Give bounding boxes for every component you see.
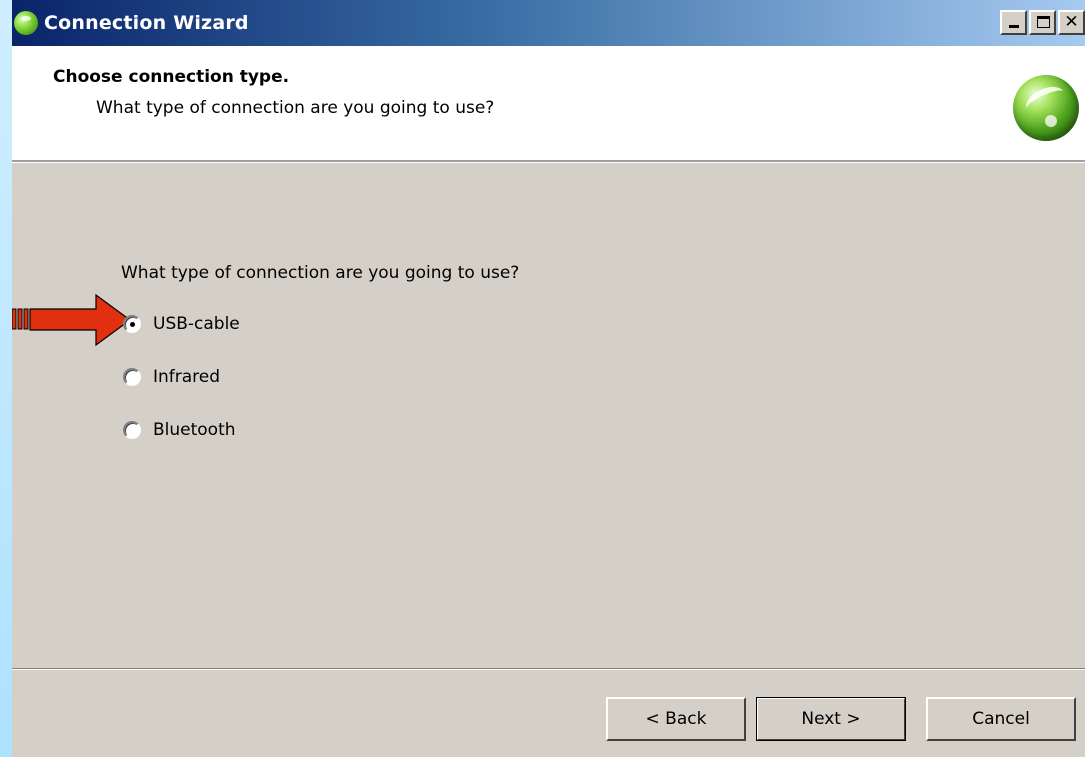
window-controls: ✕ [1000, 10, 1085, 35]
maximize-button[interactable] [1029, 10, 1056, 35]
page-subtitle: What type of connection are you going to… [96, 98, 495, 118]
maximize-icon [1037, 16, 1050, 28]
minimize-button[interactable] [1000, 10, 1027, 35]
radio-label-infrared: Infrared [153, 367, 221, 387]
wizard-body: What type of connection are you going to… [12, 163, 1085, 668]
app-icon [14, 11, 38, 35]
radio-option-bluetooth[interactable]: Bluetooth [123, 420, 236, 440]
radio-label-bluetooth: Bluetooth [153, 420, 236, 440]
close-icon: ✕ [1064, 12, 1079, 32]
cancel-button[interactable]: Cancel [926, 697, 1076, 741]
window-title: Connection Wizard [44, 12, 249, 34]
radio-option-usb-cable[interactable]: USB-cable [123, 314, 240, 334]
page-title: Choose connection type. [53, 67, 290, 87]
red-arrow-icon [12, 294, 132, 346]
radio-button-bluetooth[interactable] [123, 421, 141, 439]
title-bar[interactable]: Connection Wizard ✕ [12, 0, 1085, 46]
next-button[interactable]: Next > [756, 697, 906, 741]
brand-logo-icon [1013, 75, 1079, 141]
radio-button-infrared[interactable] [123, 368, 141, 386]
connection-wizard-window: Connection Wizard ✕ Choose connection ty… [12, 0, 1085, 757]
back-button[interactable]: < Back [606, 697, 746, 741]
close-button[interactable]: ✕ [1058, 10, 1085, 35]
radio-button-usb-cable[interactable] [123, 315, 141, 333]
radio-option-infrared[interactable]: Infrared [123, 367, 220, 387]
radio-label-usb-cable: USB-cable [153, 314, 240, 334]
minimize-icon [1009, 25, 1019, 28]
footer-divider [12, 668, 1085, 670]
wizard-header: Choose connection type. What type of con… [12, 46, 1085, 160]
connection-question: What type of connection are you going to… [121, 263, 520, 283]
